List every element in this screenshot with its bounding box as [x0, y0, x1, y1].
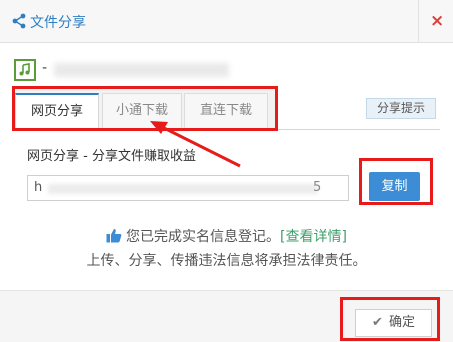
view-details-link[interactable]: [查看详情]: [280, 229, 347, 245]
share-hint-button[interactable]: 分享提示: [366, 98, 436, 119]
verification-notice: 您已完成实名信息登记。[查看详情]: [0, 226, 453, 246]
share-description: 网页分享 - 分享文件赚取收益: [27, 149, 196, 164]
share-link-field[interactable]: h 5: [27, 175, 349, 201]
dialog-titlebar: 文件分享 ×: [0, 0, 453, 43]
link-suffix: 5: [313, 180, 322, 195]
copy-highlight-box: [359, 158, 433, 205]
legal-warning: 上传、分享、传播违法信息将承担法律责任。: [86, 253, 367, 269]
music-file-icon: [14, 59, 36, 81]
file-name-prefix: -: [42, 60, 48, 76]
file-name-redacted: [54, 63, 229, 77]
verification-text: 您已完成实名信息登记。: [126, 229, 281, 245]
link-prefix: h: [34, 180, 43, 195]
close-icon[interactable]: ×: [430, 11, 444, 31]
tabs-highlight-box: [12, 86, 278, 131]
link-redacted: [48, 184, 318, 194]
thumbs-up-icon: [106, 228, 122, 243]
close-button[interactable]: ×: [418, 0, 453, 43]
confirm-highlight-box: [340, 297, 440, 341]
share-icon: [12, 13, 26, 29]
dialog-title: 文件分享: [30, 15, 86, 31]
share-dialog: 文件分享 × - 网页分享 小通下载 直连下载 分享提示 网页分享 - 分享文件…: [0, 0, 453, 342]
